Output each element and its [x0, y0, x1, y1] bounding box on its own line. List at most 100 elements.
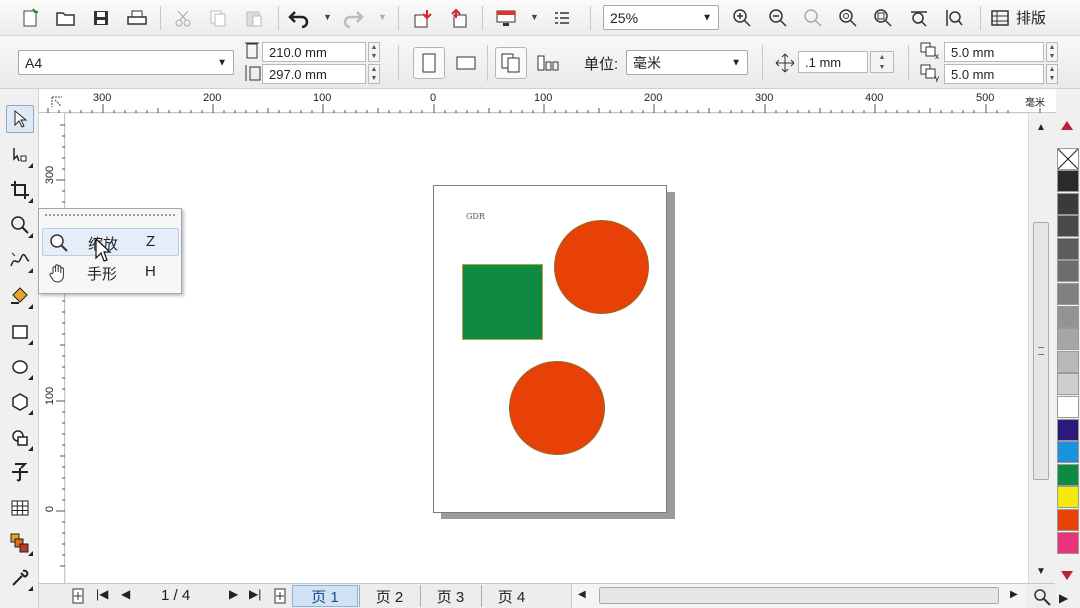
color-swatch[interactable] — [1057, 396, 1079, 418]
palette-flyout-icon[interactable]: ▶ — [1059, 591, 1068, 605]
orange-circle-top[interactable] — [554, 220, 649, 314]
crop-tool[interactable] — [6, 176, 34, 204]
export-icon[interactable] — [447, 6, 471, 30]
scroll-down-icon[interactable]: ▼ — [1036, 566, 1046, 577]
ellipse-tool[interactable] — [6, 353, 34, 381]
document-page[interactable]: GDR — [433, 185, 667, 513]
pick-tool[interactable] — [6, 105, 34, 133]
color-swatch[interactable] — [1057, 418, 1079, 441]
layout-button[interactable]: 排版 — [990, 7, 1046, 28]
horizontal-scrollbar[interactable]: ◀ ▶ — [571, 584, 1026, 608]
duplicate-x-field[interactable]: 5.0 mm — [944, 42, 1044, 62]
green-square-shape[interactable] — [462, 264, 543, 340]
landscape-button[interactable] — [451, 47, 481, 79]
orange-circle-bottom[interactable] — [509, 361, 605, 455]
color-swatch[interactable] — [1057, 463, 1079, 486]
duplicate-y-spinner[interactable]: ▲ ▼ — [1046, 64, 1058, 84]
print-icon[interactable] — [125, 6, 149, 30]
all-pages-button[interactable] — [495, 47, 527, 79]
scroll-up-icon[interactable]: ▲ — [1036, 122, 1046, 133]
save-icon[interactable] — [89, 6, 113, 30]
page-tab-3[interactable]: 页 3 — [420, 585, 480, 607]
color-swatch[interactable] — [1057, 373, 1079, 396]
undo-icon[interactable] — [287, 6, 311, 30]
interactive-blend-tool[interactable] — [6, 529, 34, 557]
last-page-icon[interactable]: ▶| — [249, 587, 261, 601]
next-page-icon[interactable]: ▶ — [229, 587, 238, 601]
page-height-field[interactable]: 297.0 mm — [262, 64, 366, 84]
zoom-page-icon[interactable] — [871, 6, 895, 30]
undo-dropdown-icon[interactable]: ▼ — [323, 12, 332, 22]
eyedropper-tool[interactable] — [6, 564, 34, 592]
color-swatch[interactable] — [1057, 328, 1079, 351]
no-fill-swatch[interactable] — [1057, 148, 1079, 170]
import-icon[interactable] — [412, 6, 436, 30]
nudge-distance-spinner[interactable]: ▲ ▼ — [870, 51, 894, 73]
palette-scroll-down-icon[interactable] — [1061, 571, 1073, 580]
drawing-canvas[interactable]: GDR — [66, 114, 1028, 583]
page-tab-1[interactable]: 页 1 — [292, 585, 358, 607]
document-text[interactable]: GDR — [466, 212, 485, 221]
vertical-scroll-thumb[interactable] — [1033, 222, 1049, 480]
redo-dropdown-icon[interactable]: ▼ — [378, 12, 387, 22]
vertical-ruler[interactable]: 300 200 100 0 — [39, 113, 65, 583]
current-page-button[interactable] — [533, 47, 563, 79]
color-swatch[interactable] — [1057, 486, 1079, 509]
color-swatch[interactable] — [1057, 237, 1079, 260]
basic-shapes-tool[interactable] — [6, 424, 34, 452]
palette-scroll-up-icon[interactable] — [1061, 121, 1073, 130]
shape-tool[interactable] — [6, 141, 34, 169]
vertical-scrollbar[interactable]: ▲ ▼ — [1028, 114, 1054, 583]
text-tool[interactable] — [6, 458, 34, 486]
zoom-tool[interactable] — [6, 211, 34, 239]
unit-select[interactable]: 毫米 ▼ — [626, 50, 748, 75]
nudge-distance-field[interactable]: .1 mm — [798, 51, 868, 73]
color-swatch[interactable] — [1057, 531, 1079, 554]
scroll-right-icon[interactable]: ▶ — [1010, 589, 1018, 600]
zoom-page-height-icon[interactable] — [942, 6, 966, 30]
first-page-icon[interactable]: |◀ — [96, 587, 108, 601]
portrait-button[interactable] — [413, 47, 445, 79]
page-height-spinner[interactable]: ▲ ▼ — [368, 64, 380, 84]
horizontal-ruler[interactable]: 300 200 100 0 100 200 300 400 500 毫米 — [39, 89, 1056, 113]
color-swatch[interactable] — [1057, 441, 1079, 464]
color-swatch[interactable] — [1057, 260, 1079, 283]
table-tool[interactable] — [6, 494, 34, 522]
new-document-icon[interactable] — [18, 6, 42, 30]
duplicate-y-field[interactable]: 5.0 mm — [944, 64, 1044, 84]
redo-icon[interactable] — [341, 6, 365, 30]
zoom-level-select[interactable]: 25% ▼ — [603, 5, 719, 30]
scroll-left-icon[interactable]: ◀ — [578, 589, 586, 600]
open-folder-icon[interactable] — [54, 6, 78, 30]
add-page-before-icon[interactable] — [71, 588, 85, 604]
zoom-page-width-icon[interactable] — [907, 6, 931, 30]
color-swatch[interactable] — [1057, 283, 1079, 305]
color-swatch[interactable] — [1057, 350, 1079, 373]
color-swatch[interactable] — [1057, 192, 1079, 215]
zoom-in-icon[interactable] — [730, 6, 754, 30]
paste-icon[interactable] — [242, 6, 266, 30]
horizontal-scroll-thumb[interactable] — [599, 587, 999, 604]
previous-page-icon[interactable]: ◀ — [121, 587, 130, 601]
smart-fill-tool[interactable] — [6, 282, 34, 310]
zoom-all-objects-icon[interactable] — [836, 6, 860, 30]
launcher-dropdown-icon[interactable]: ▼ — [530, 12, 539, 22]
application-launcher-icon[interactable] — [494, 6, 518, 30]
color-swatch[interactable] — [1057, 215, 1079, 238]
paper-size-select[interactable]: A4 ▼ — [18, 50, 234, 75]
add-page-after-icon[interactable] — [273, 588, 287, 604]
copy-icon[interactable] — [206, 6, 230, 30]
color-swatch[interactable] — [1057, 170, 1079, 192]
page-tab-2[interactable]: 页 2 — [359, 585, 419, 607]
polygon-tool[interactable] — [6, 388, 34, 416]
rectangle-tool[interactable] — [6, 318, 34, 346]
color-swatch[interactable] — [1057, 305, 1079, 328]
duplicate-x-spinner[interactable]: ▲ ▼ — [1046, 42, 1058, 62]
zoom-selected-icon[interactable] — [801, 6, 825, 30]
welcome-screen-icon[interactable] — [550, 6, 574, 30]
page-tab-4[interactable]: 页 4 — [481, 585, 541, 607]
color-swatch[interactable] — [1057, 509, 1079, 531]
flyout-grip[interactable] — [45, 214, 175, 216]
freehand-tool[interactable] — [6, 246, 34, 274]
page-width-field[interactable]: 210.0 mm — [262, 42, 366, 62]
